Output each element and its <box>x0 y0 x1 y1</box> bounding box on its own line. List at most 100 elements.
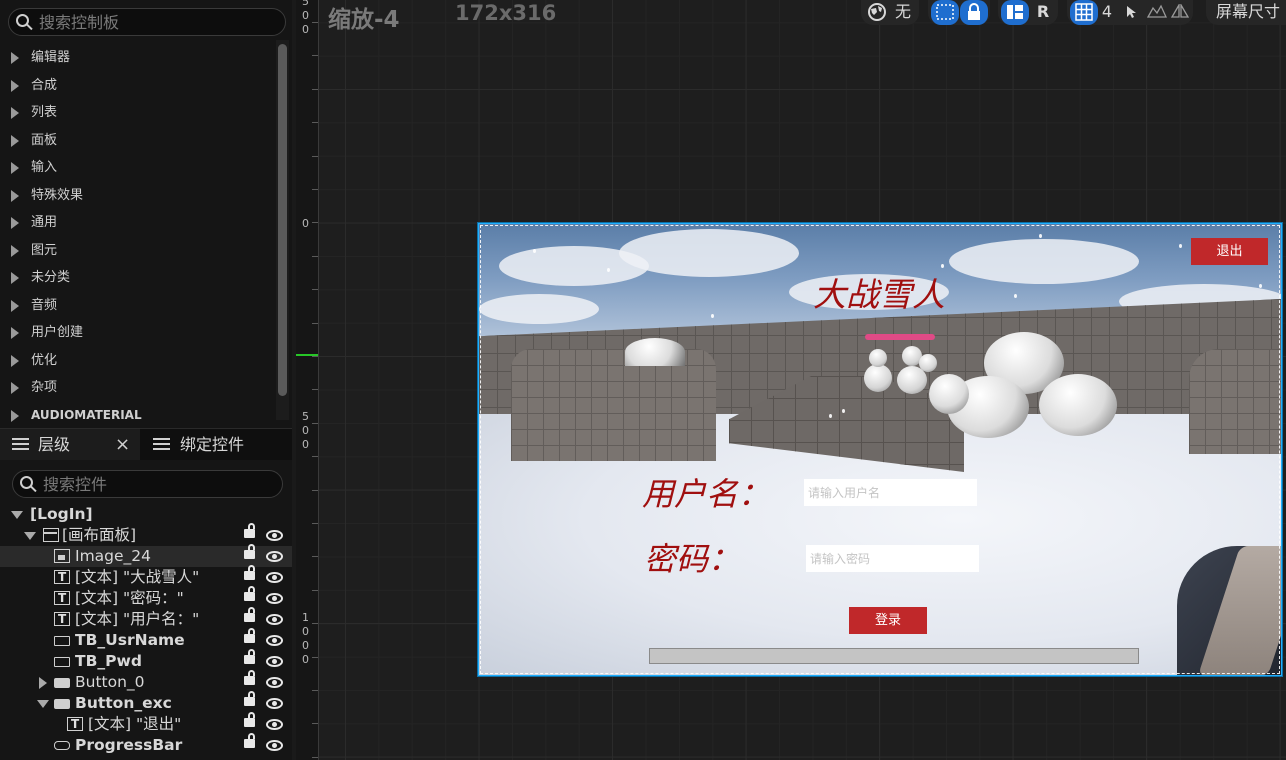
grid-icon[interactable] <box>1070 0 1098 25</box>
palette-category-label: 特殊效果 <box>31 187 84 203</box>
layout-icon[interactable] <box>1001 0 1029 25</box>
palette-category-label: 面板 <box>31 132 58 148</box>
tree-row-image[interactable]: Image_24 <box>0 544 292 567</box>
login-button[interactable]: 登录 <box>849 607 927 634</box>
globe-icon[interactable] <box>865 0 889 25</box>
palette-category[interactable]: 面板 <box>0 127 276 155</box>
tree-row-login[interactable]: [LogIn] <box>0 504 292 525</box>
widget-canvas[interactable]: 大战雪人 退出 用户名： 密码： 登录 <box>478 223 1282 676</box>
eye-icon[interactable] <box>266 656 283 667</box>
palette-search[interactable] <box>8 8 286 36</box>
text-icon <box>54 609 70 630</box>
username-field[interactable] <box>804 479 977 506</box>
eye-icon[interactable] <box>266 614 283 625</box>
tree-row-progressbar[interactable]: ProgressBar <box>0 733 292 756</box>
tab-hierarchy-label: 层级 <box>38 435 71 454</box>
palette-search-input[interactable] <box>39 11 259 33</box>
palette-category[interactable]: 优化 <box>0 347 276 375</box>
eye-icon[interactable] <box>266 740 283 751</box>
tree-row-text-password[interactable]: [文本] "密码：" <box>0 586 292 609</box>
lock-icon[interactable] <box>244 691 255 706</box>
ruler-label: 0 <box>302 23 309 36</box>
collapse-arrow-icon[interactable] <box>37 700 49 708</box>
palette-category-label: 列表 <box>31 105 58 120</box>
collapse-arrow-icon[interactable] <box>11 511 23 519</box>
tree-row-canvas-panel[interactable]: [画布面板] <box>0 523 292 546</box>
expand-arrow-icon <box>11 162 19 174</box>
eye-icon[interactable] <box>266 719 283 730</box>
tab-bind-widgets[interactable]: 绑定控件 <box>145 429 292 461</box>
tree-row-button-0[interactable]: Button_0 <box>0 670 292 693</box>
search-icon <box>16 14 29 27</box>
palette-category[interactable]: 音频 <box>0 292 276 320</box>
lock-icon[interactable] <box>244 565 255 580</box>
lock-icon[interactable] <box>244 712 255 727</box>
eye-icon[interactable] <box>266 551 283 562</box>
lock-icon[interactable] <box>244 544 255 559</box>
lock-icon[interactable] <box>244 523 255 538</box>
palette-category[interactable]: 编辑器 <box>0 44 276 72</box>
eye-icon[interactable] <box>266 698 283 709</box>
grid-snap-value[interactable]: 4 <box>1099 0 1115 25</box>
tree-row-tb-username[interactable]: TB_UsrName <box>0 628 292 651</box>
palette-category[interactable]: 输入 <box>0 154 276 182</box>
palette-category[interactable]: 合成 <box>0 72 276 100</box>
hierarchy-search[interactable] <box>12 470 283 498</box>
palette-category[interactable]: 特殊效果 <box>0 182 276 210</box>
tree-row-text-title[interactable]: [文本] "大战雪人" <box>0 565 292 588</box>
tree-row-label: [LogIn] <box>30 505 93 523</box>
tree-row-button-exit[interactable]: Button_exc <box>0 691 292 714</box>
palette-category[interactable]: 通用 <box>0 209 276 237</box>
ruler-tick <box>312 623 318 624</box>
mirror-icon[interactable] <box>1169 0 1191 25</box>
eye-icon[interactable] <box>266 677 283 688</box>
screen-size-group: 屏幕尺寸 <box>1206 0 1286 25</box>
screen-size-dropdown[interactable]: 屏幕尺寸 <box>1210 0 1286 25</box>
designer-viewport[interactable]: 5 0 0 0 5 0 0 1 0 0 0 缩放-4 172x316 无 R 4… <box>296 0 1286 760</box>
marquee-icon[interactable] <box>931 0 959 25</box>
cursor-icon[interactable] <box>1119 0 1143 25</box>
button-icon <box>54 678 70 688</box>
lock-icon[interactable] <box>244 628 255 643</box>
palette-category[interactable]: 杂项 <box>0 374 276 402</box>
tab-hierarchy[interactable]: 层级 × <box>0 429 140 461</box>
snowball <box>625 338 685 366</box>
palette-category-list: 编辑器 合成 列表 面板 输入 特殊效果 通用 图元 未分类 音频 用户创建 优… <box>0 44 276 429</box>
palette-category[interactable]: 未分类 <box>0 264 276 292</box>
exit-button[interactable]: 退出 <box>1191 238 1268 265</box>
palette-scrollbar[interactable] <box>278 44 287 396</box>
lock-icon[interactable] <box>960 0 988 25</box>
tree-row-tb-password[interactable]: TB_Pwd <box>0 649 292 672</box>
collapse-arrow-icon[interactable] <box>24 532 36 540</box>
tree-row-text-exit[interactable]: [文本] "退出" <box>0 712 292 735</box>
password-field[interactable] <box>806 545 979 572</box>
expand-arrow-icon[interactable] <box>39 677 47 689</box>
lock-icon[interactable] <box>244 586 255 601</box>
ruler-tick <box>312 289 318 290</box>
lock-icon[interactable] <box>244 670 255 685</box>
hierarchy-search-input[interactable] <box>43 473 263 495</box>
eye-icon[interactable] <box>266 635 283 646</box>
lock-icon[interactable] <box>244 607 255 622</box>
tree-row-label: Button_0 <box>75 673 145 691</box>
space-none-button[interactable]: 无 <box>891 0 915 25</box>
tree-row-label: Button_exc <box>75 694 172 712</box>
ruler-tick <box>312 723 318 724</box>
palette-category[interactable]: 列表 <box>0 99 276 127</box>
lock-icon[interactable] <box>244 733 255 748</box>
palette-category[interactable]: 图元 <box>0 237 276 265</box>
landscape-icon[interactable] <box>1145 0 1169 25</box>
eye-icon[interactable] <box>266 572 283 583</box>
expand-arrow-icon <box>11 52 19 64</box>
palette-category[interactable]: AUDIOMATERIAL <box>0 402 276 430</box>
respect-locks-button[interactable]: R <box>1032 0 1054 25</box>
lock-icon[interactable] <box>244 649 255 664</box>
ruler-tick <box>312 222 318 223</box>
vertical-ruler: 5 0 0 0 5 0 0 1 0 0 0 <box>296 0 319 760</box>
tree-row-text-username[interactable]: [文本] "用户名：" <box>0 607 292 630</box>
palette-category[interactable]: 用户创建 <box>0 319 276 347</box>
close-tab-icon[interactable]: × <box>115 429 130 461</box>
eye-icon[interactable] <box>266 530 283 541</box>
ruler-tick <box>312 89 318 90</box>
eye-icon[interactable] <box>266 593 283 604</box>
